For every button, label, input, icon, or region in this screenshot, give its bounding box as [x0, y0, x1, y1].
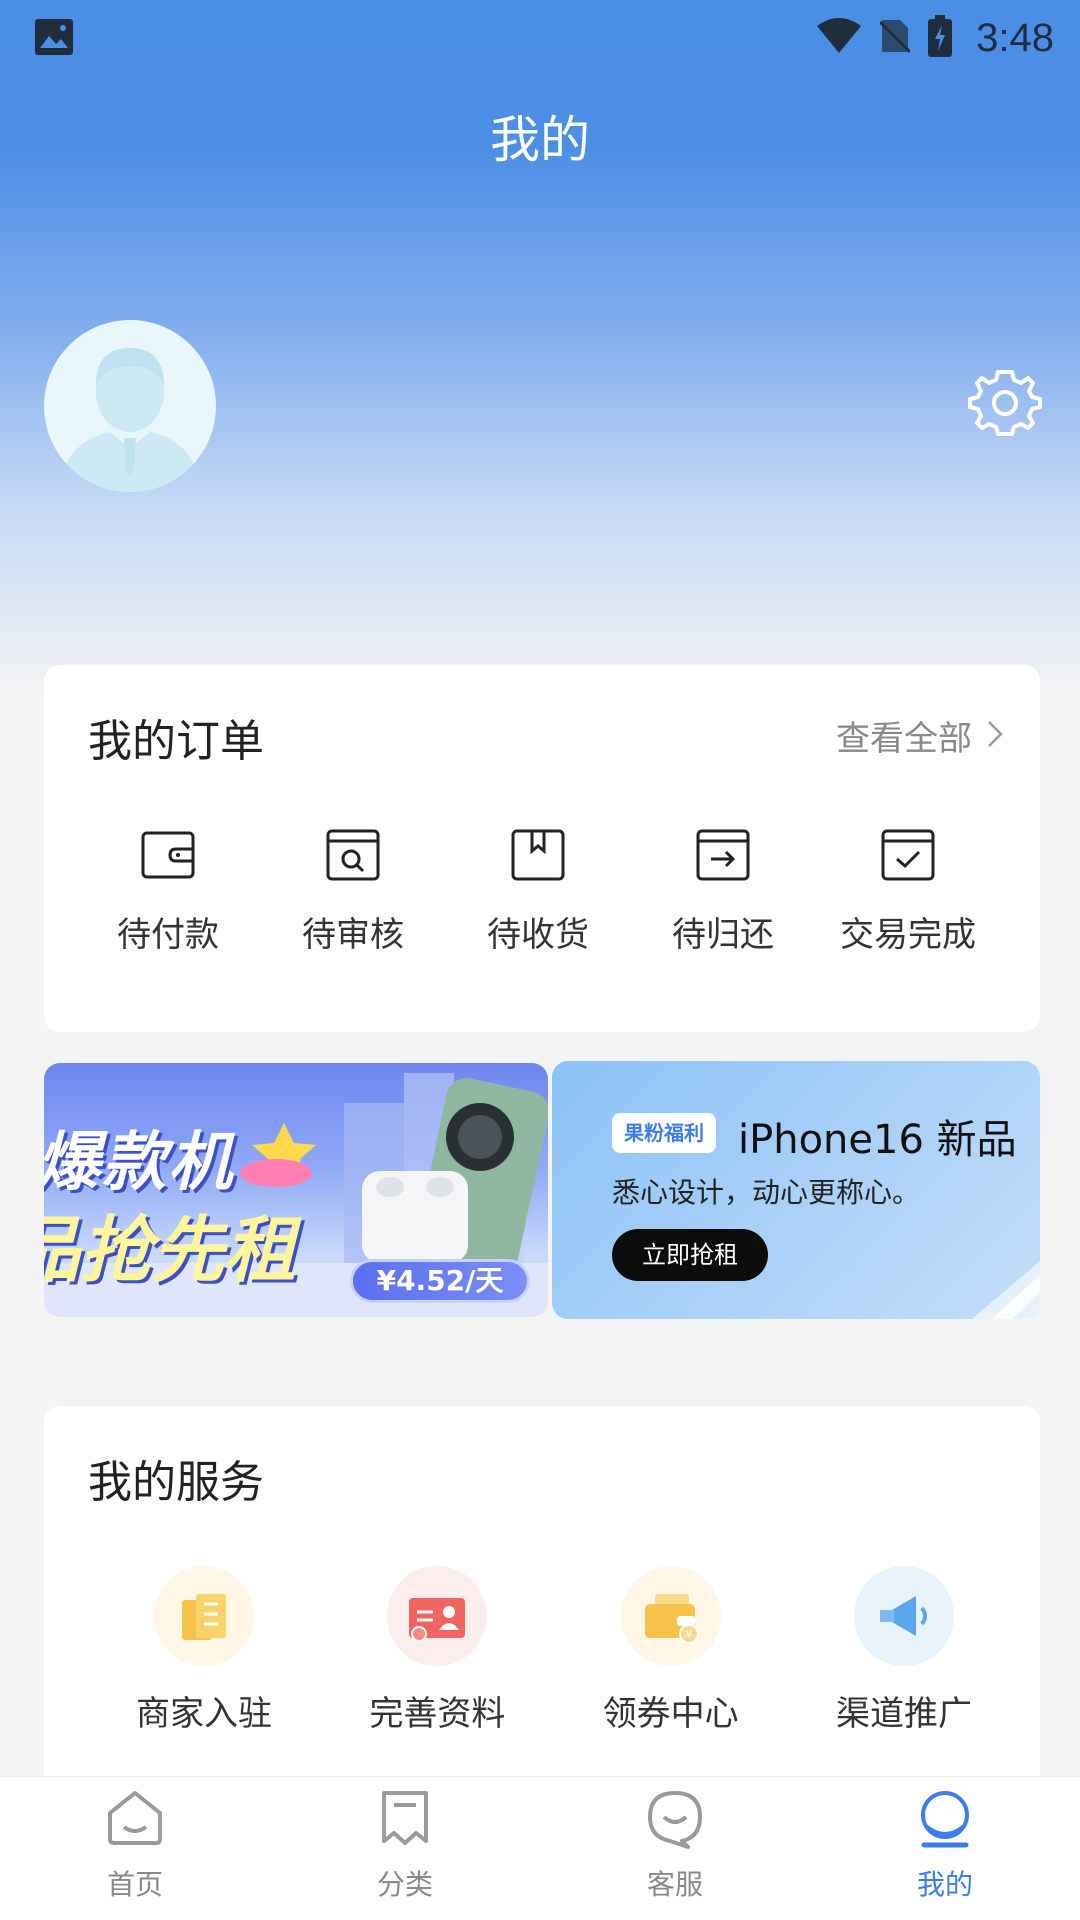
- service-label: 完善资料: [369, 1694, 506, 1734]
- order-label: 待归还: [672, 915, 774, 955]
- banner-right-subtitle: 悉心设计，动心更称心。: [612, 1176, 921, 1209]
- order-label: 待付款: [117, 915, 219, 955]
- no-sim-icon: [879, 18, 912, 58]
- banner-right-title: iPhone16 新品: [738, 1117, 1017, 1163]
- tab-category[interactable]: 分类: [305, 1787, 505, 1903]
- price-tag: ¥4.52/天: [350, 1259, 530, 1303]
- tab-customer-service[interactable]: 客服: [575, 1787, 775, 1903]
- chevron-right-icon: [986, 719, 1004, 753]
- order-item-completed[interactable]: 交易完成: [828, 825, 988, 956]
- promo-badge: 果粉福利: [612, 1113, 716, 1153]
- tab-home[interactable]: 首页: [35, 1787, 235, 1903]
- category-icon: [374, 1787, 436, 1849]
- service-item-merchant[interactable]: 商家入驻: [104, 1566, 304, 1735]
- order-label: 交易完成: [840, 915, 976, 955]
- image-notification-icon: [34, 18, 74, 56]
- wallet-icon: [138, 825, 198, 885]
- svg-text:¥: ¥: [685, 1628, 692, 1641]
- service-item-promotion[interactable]: 渠道推广: [804, 1566, 1004, 1735]
- settings-gear-icon[interactable]: [968, 366, 1042, 440]
- package-icon: [508, 825, 568, 885]
- merchant-icon: [154, 1566, 254, 1666]
- promo-banner-left[interactable]: 爆款机 品抢先租 ¥4.52/天: [44, 1063, 548, 1317]
- order-label: 待收货: [487, 915, 589, 955]
- tab-label: 首页: [106, 1868, 163, 1901]
- service-item-profile[interactable]: 完善资料: [337, 1566, 537, 1735]
- complete-icon: [878, 825, 938, 885]
- page-title: 我的: [490, 111, 590, 169]
- order-item-pending-review[interactable]: 待审核: [273, 825, 433, 956]
- banner-left-line1: 爆款机: [44, 1126, 234, 1200]
- coupon-wallet-icon: ¥: [620, 1566, 721, 1666]
- orders-card: 我的订单 查看全部 待付款 待审核 待收货 待归还 交易完成: [44, 665, 1040, 1032]
- rent-now-button[interactable]: 立即抢租: [612, 1229, 768, 1281]
- status-time: 3:48: [976, 15, 1054, 60]
- services-title: 我的服务: [88, 1457, 264, 1508]
- service-label: 商家入驻: [136, 1694, 272, 1734]
- profile-icon: [914, 1787, 976, 1849]
- megaphone-icon: [853, 1566, 954, 1666]
- bottom-tab-bar: 首页 分类 客服 我的: [0, 1776, 1080, 1920]
- status-bar: 3:48: [0, 0, 1080, 76]
- order-item-pending-payment[interactable]: 待付款: [88, 825, 248, 956]
- review-icon: [323, 825, 383, 885]
- service-item-coupons[interactable]: ¥ 领券中心: [571, 1566, 771, 1735]
- service-label: 领券中心: [602, 1694, 739, 1734]
- order-label: 待审核: [302, 915, 404, 955]
- wifi-icon: [816, 18, 862, 58]
- tab-label: 客服: [646, 1868, 703, 1901]
- order-item-pending-return[interactable]: 待归还: [643, 825, 803, 956]
- order-item-pending-delivery[interactable]: 待收货: [458, 825, 618, 956]
- profile-card-icon: [387, 1566, 488, 1666]
- view-all-label: 查看全部: [836, 719, 972, 759]
- tab-label: 分类: [376, 1868, 433, 1901]
- promo-banner-right[interactable]: 果粉福利 iPhone16 新品 悉心设计，动心更称心。 立即抢租: [552, 1061, 1040, 1319]
- avatar[interactable]: [44, 320, 216, 492]
- home-icon: [104, 1787, 166, 1849]
- service-label: 渠道推广: [835, 1694, 972, 1734]
- view-all-orders-link[interactable]: 查看全部: [836, 711, 1004, 760]
- orders-title: 我的订单: [88, 716, 264, 767]
- battery-icon: [928, 15, 953, 61]
- return-icon: [693, 825, 753, 885]
- tab-label: 我的: [916, 1868, 973, 1901]
- tab-profile[interactable]: 我的: [845, 1787, 1045, 1903]
- banner-left-line2: 品抢先租: [44, 1208, 297, 1292]
- service-chat-icon: [644, 1787, 706, 1849]
